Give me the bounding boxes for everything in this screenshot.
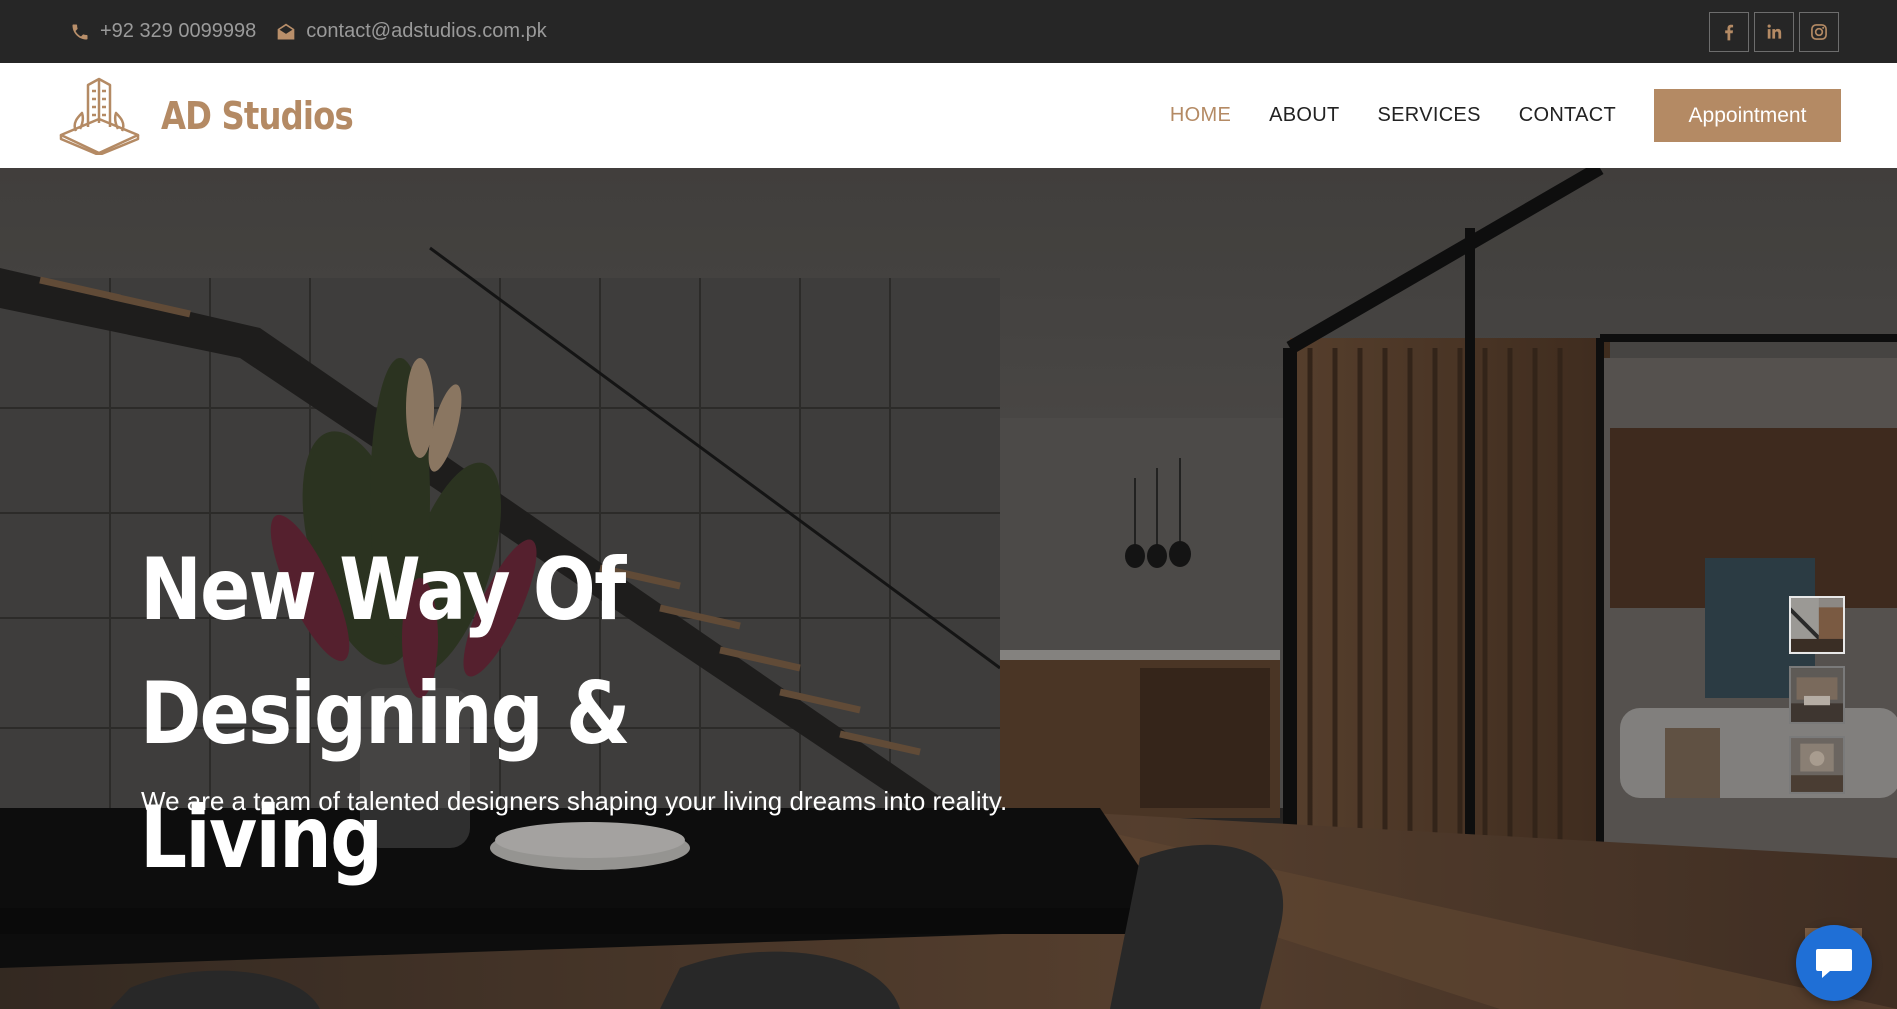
hero-subtitle: We are a team of talented designers shap…	[141, 786, 1008, 816]
instagram-icon	[1811, 23, 1827, 40]
nav-item-home[interactable]: HOME	[1170, 104, 1231, 127]
slide-thumbnail-2[interactable]	[1789, 666, 1845, 724]
chat-widget-button[interactable]	[1796, 925, 1872, 1001]
phone-icon	[72, 24, 88, 39]
building-logo-icon	[59, 77, 140, 155]
nav-item-about[interactable]: ABOUT	[1269, 104, 1339, 127]
instagram-link[interactable]	[1799, 11, 1839, 52]
envelope-open-icon	[277, 23, 295, 39]
linkedin-link[interactable]	[1754, 11, 1794, 52]
chat-bubble-icon	[1816, 949, 1852, 978]
nav-item-services[interactable]: SERVICES	[1378, 104, 1481, 127]
contact-info: +92 329 0099998 contact@adstudios.com.pk	[70, 20, 547, 43]
hero-slider: New Way Of Designing & Living We are a t…	[0, 168, 1897, 1009]
social-links	[1709, 11, 1839, 52]
phone-number: +92 329 0099998	[100, 20, 257, 42]
email-contact[interactable]: contact@adstudios.com.pk	[276, 20, 547, 43]
slide-thumbnail-image	[1791, 668, 1843, 722]
email-address: contact@adstudios.com.pk	[306, 20, 547, 42]
hero-title: New Way Of Designing & Living	[140, 528, 983, 900]
facebook-icon	[1725, 24, 1734, 40]
brand[interactable]: AD Studios	[58, 77, 387, 155]
slide-thumbnail-image	[1791, 598, 1843, 652]
slide-thumbnail-image	[1791, 738, 1843, 792]
nav-menu: HOME ABOUT SERVICES CONTACT Appointment	[1132, 89, 1841, 142]
nav-item-contact[interactable]: CONTACT	[1519, 104, 1616, 127]
facebook-link[interactable]	[1709, 11, 1749, 52]
slide-thumbnails	[1789, 596, 1845, 794]
appointment-button[interactable]: Appointment	[1654, 89, 1841, 142]
slide-thumbnail-3[interactable]	[1789, 736, 1845, 794]
phone-contact[interactable]: +92 329 0099998	[70, 20, 256, 43]
hero-title-line-1: New Way Of Designing &	[140, 540, 631, 764]
main-navbar: AD Studios HOME ABOUT SERVICES CONTACT A…	[0, 63, 1897, 168]
top-bar: +92 329 0099998 contact@adstudios.com.pk	[0, 0, 1897, 63]
linkedin-icon	[1767, 24, 1782, 39]
slide-thumbnail-1[interactable]	[1789, 596, 1845, 654]
brand-name: AD Studios	[161, 93, 354, 138]
